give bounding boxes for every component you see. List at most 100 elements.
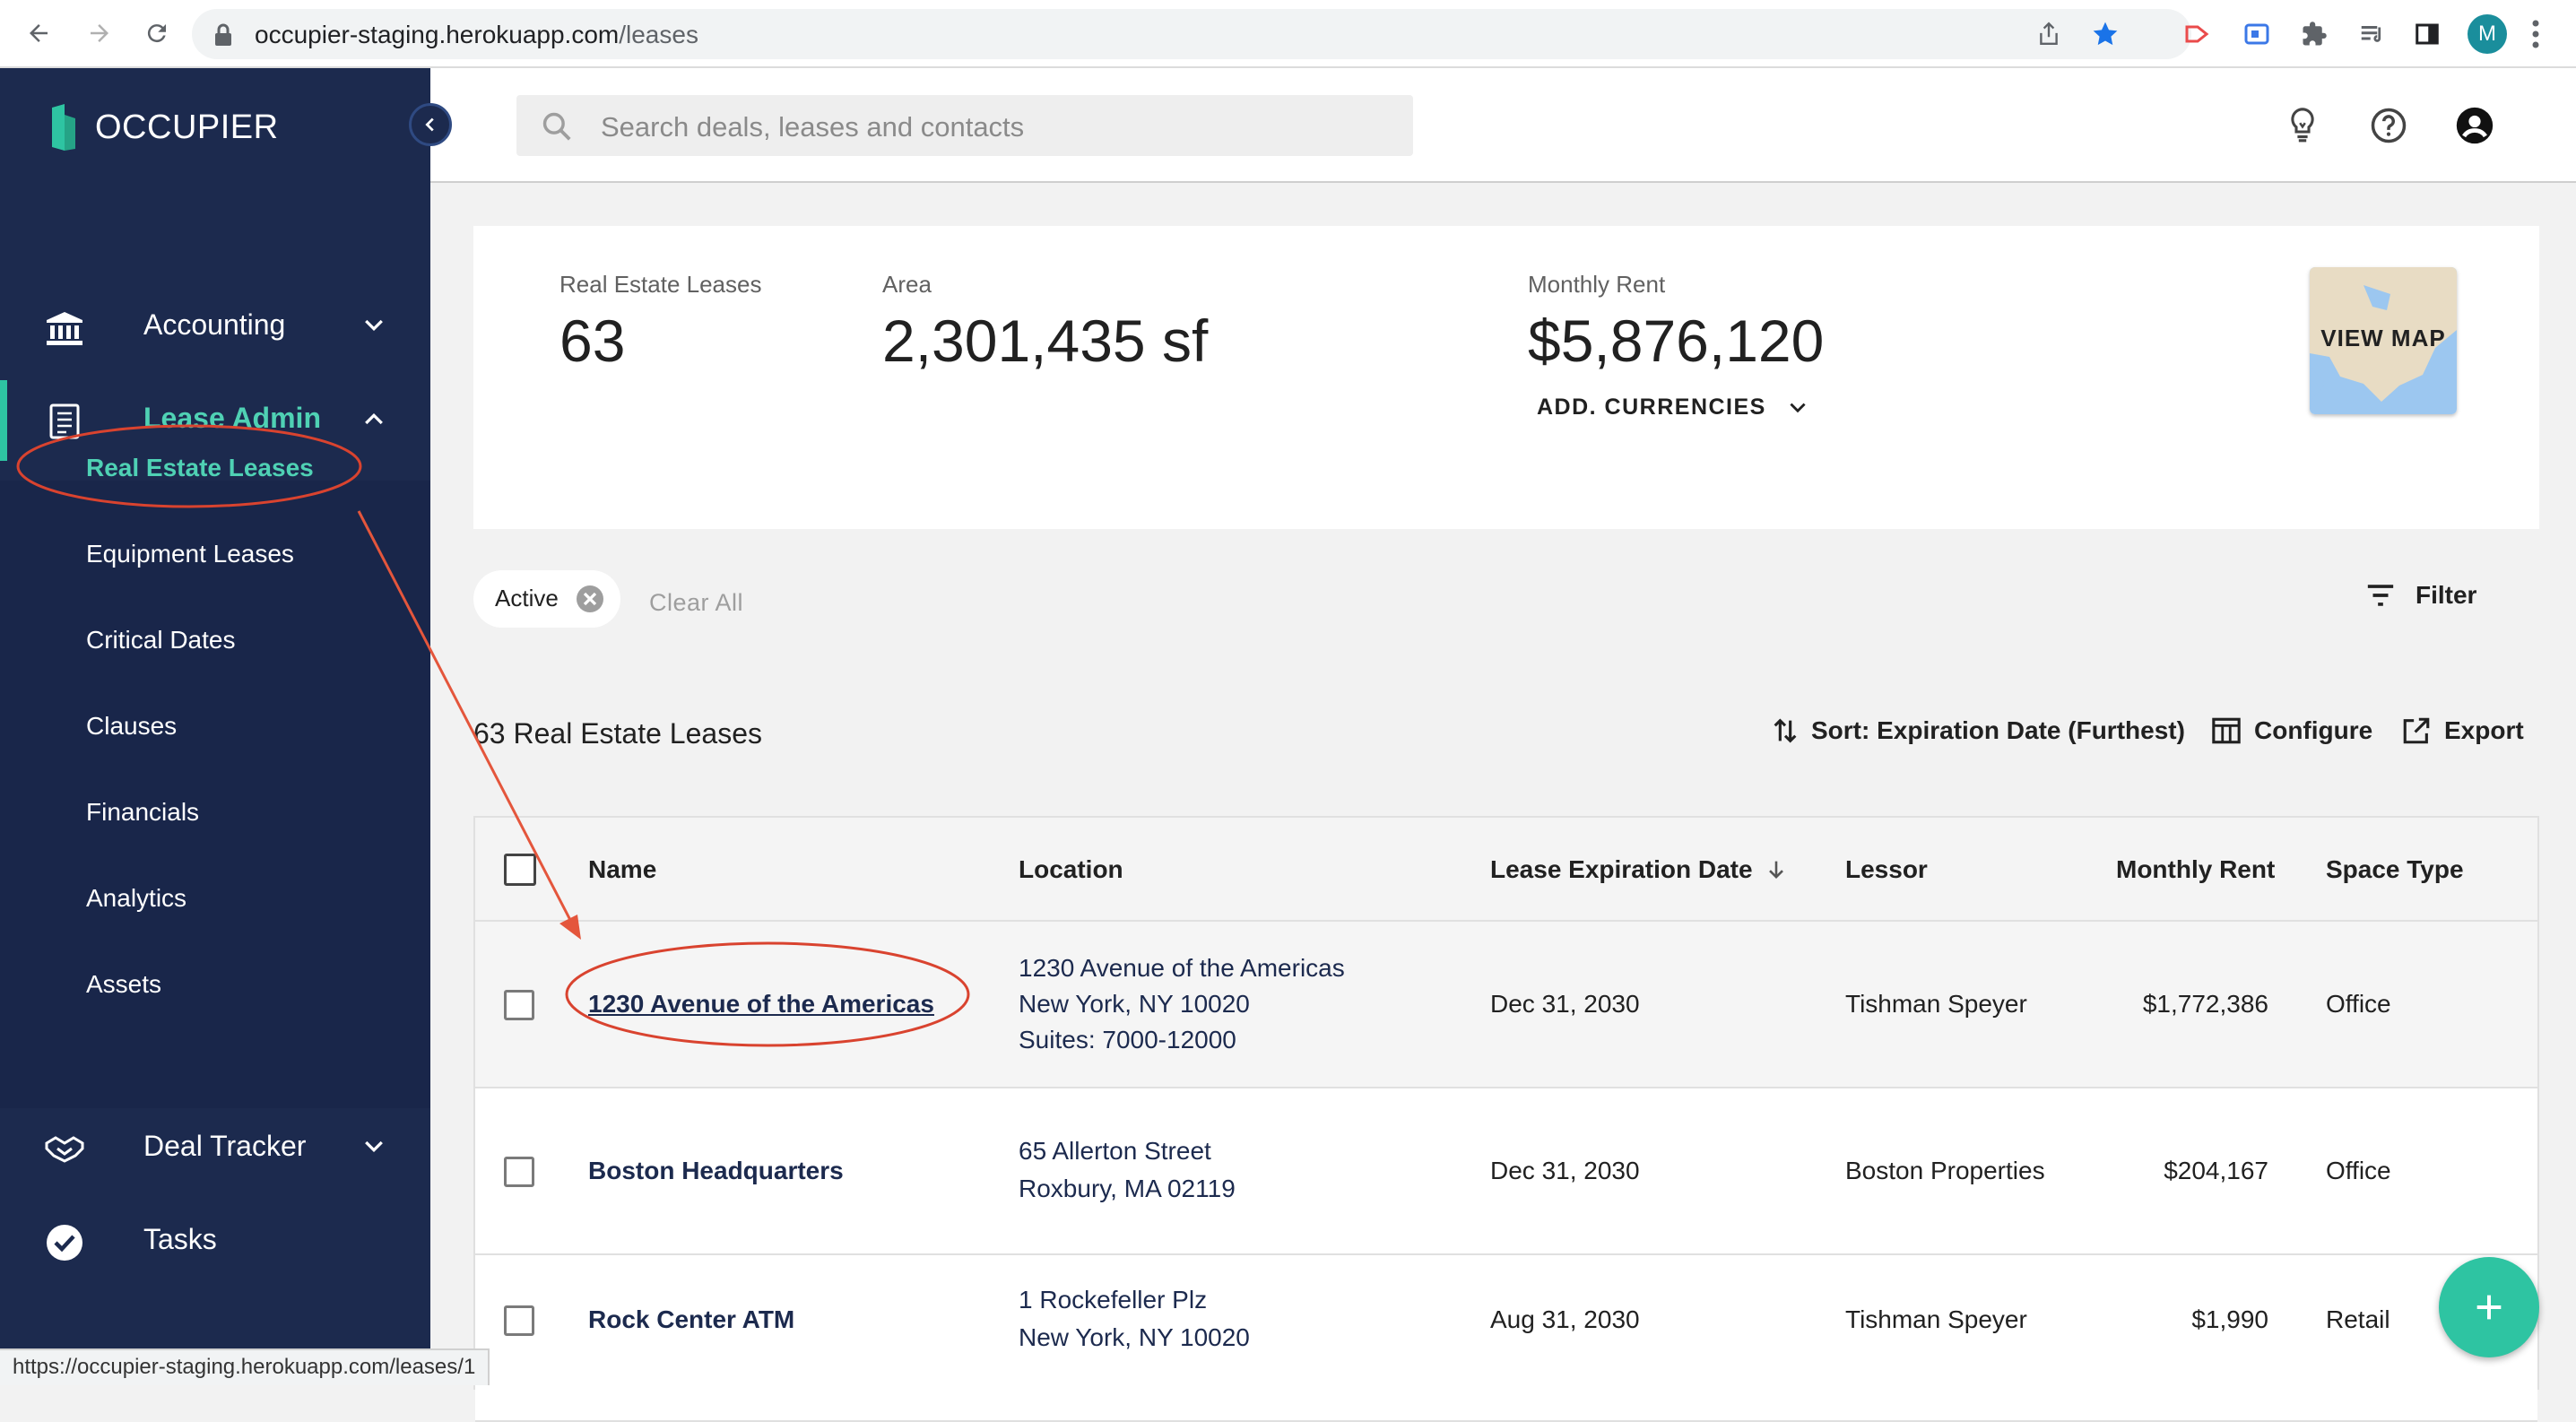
nav-group-label: Tasks (143, 1223, 217, 1255)
export-button[interactable]: Export (2401, 715, 2524, 746)
lease-name-link[interactable]: Rock Center ATM (588, 1302, 794, 1338)
area-label: Area (882, 271, 932, 298)
puzzle-extensions-icon[interactable] (2297, 17, 2331, 51)
space-type: Retail (2326, 1305, 2390, 1333)
sidebar-item-assets[interactable]: Assets (86, 970, 161, 999)
occupier-logo[interactable]: OCCUPIER (50, 104, 279, 151)
row-checkbox[interactable] (504, 1305, 534, 1336)
chevron-up-icon (360, 405, 387, 437)
expiration-date: Dec 31, 2030 (1490, 1157, 1640, 1184)
location-line-1: 1230 Avenue of the Americas (1019, 954, 1345, 982)
expiration-date: Aug 31, 2030 (1490, 1305, 1640, 1333)
remove-filter-icon[interactable] (574, 583, 606, 620)
lock-icon (213, 23, 233, 51)
table-row[interactable]: 1230 Avenue of the Americas 1230 Avenue … (475, 922, 2537, 1088)
add-currencies-label: ADD. CURRENCIES (1537, 395, 1766, 420)
export-label: Export (2444, 716, 2524, 744)
filter-icon (2367, 585, 2394, 606)
filter-chip-active[interactable]: Active (473, 570, 620, 628)
clear-all-button[interactable]: Clear All (649, 589, 743, 617)
help-icon[interactable] (2367, 104, 2410, 147)
lightbulb-icon[interactable] (2281, 104, 2324, 147)
monthly-rent: $204,167 (2164, 1157, 2268, 1184)
lessor: Tishman Speyer (1845, 1305, 2027, 1333)
lessor: Boston Properties (1845, 1157, 2045, 1184)
chevron-down-icon (1790, 403, 1806, 412)
table-header: Name Location Lease Expiration Date Less… (475, 818, 2537, 922)
column-header-name[interactable]: Name (588, 855, 656, 884)
area-value: 2,301,435 sf (882, 308, 1209, 374)
extension-red-icon[interactable] (2181, 17, 2215, 51)
sidebar-item-real-estate-leases[interactable]: Real Estate Leases (86, 454, 314, 482)
profile-avatar[interactable]: M (2468, 14, 2507, 54)
add-currencies-button[interactable]: ADD. CURRENCIES (1537, 395, 1809, 421)
column-header-space-type[interactable]: Space Type (2326, 855, 2464, 884)
monthly-rent-value: $5,876,120 (1528, 308, 1825, 374)
document-icon (43, 400, 86, 443)
nav-group-tasks[interactable]: Tasks (0, 1201, 430, 1282)
monthly-rent: $1,772,386 (2142, 990, 2268, 1018)
reload-icon[interactable] (136, 13, 178, 54)
view-map-label: VIEW MAP (2320, 325, 2446, 351)
lessor: Tishman Speyer (1845, 990, 2027, 1018)
configure-label: Configure (2254, 716, 2373, 744)
lease-name-link[interactable]: 1230 Avenue of the Americas (588, 986, 934, 1022)
browser-status-url: https://occupier-staging.herokuapp.com/l… (0, 1348, 490, 1385)
table-row[interactable]: Rock Center ATM 1 Rockefeller Plz New Yo… (475, 1255, 2537, 1422)
occupier-logo-icon (52, 104, 75, 151)
expiration-header-label: Lease Expiration Date (1490, 855, 1753, 883)
sidebar-item-financials[interactable]: Financials (86, 798, 199, 827)
sort-icon (1774, 718, 1797, 743)
table-row[interactable]: Boston Headquarters 65 Allerton Street R… (475, 1088, 2537, 1255)
extension-blue-icon[interactable] (2240, 17, 2274, 51)
select-all-checkbox[interactable] (504, 854, 536, 886)
location-line-2: New York, NY 10020 (1019, 1323, 1250, 1351)
browser-menu-icon[interactable] (2530, 16, 2541, 56)
sidebar-item-analytics[interactable]: Analytics (86, 884, 186, 913)
share-icon[interactable] (2037, 22, 2060, 51)
global-search-input[interactable]: Search deals, leases and contacts (516, 95, 1413, 156)
chip-label: Active (495, 585, 559, 611)
side-panel-icon[interactable] (2410, 17, 2444, 51)
arrow-down-icon (1768, 861, 1783, 879)
nav-group-accounting[interactable]: Accounting (0, 287, 430, 368)
results-count-title: 63 Real Estate Leases (473, 717, 762, 750)
reading-list-icon[interactable] (2355, 17, 2389, 51)
collapse-sidebar-button[interactable] (409, 103, 452, 146)
column-header-location[interactable]: Location (1019, 855, 1123, 884)
forward-arrow-icon[interactable] (79, 13, 120, 54)
filter-label: Filter (2416, 581, 2477, 609)
sidebar-item-critical-dates[interactable]: Critical Dates (86, 626, 235, 655)
check-circle-icon (43, 1221, 86, 1264)
view-map-button[interactable]: VIEW MAP (2310, 267, 2457, 414)
search-placeholder: Search deals, leases and contacts (601, 111, 1025, 143)
address-bar[interactable]: occupier-staging.herokuapp.com/leases (192, 9, 2191, 59)
location-line-2: New York, NY 10020 (1019, 990, 1250, 1018)
search-icon (540, 109, 574, 148)
location-line-3: Suites: 7000-12000 (1019, 1026, 1236, 1053)
nav-group-deal-tracker[interactable]: Deal Tracker (0, 1108, 430, 1189)
nav-group-lease-admin[interactable]: Lease Admin (0, 380, 430, 461)
leases-count-value: 63 (559, 308, 626, 374)
lease-name-link[interactable]: Boston Headquarters (588, 1153, 844, 1189)
configure-button[interactable]: Configure (2211, 715, 2372, 746)
filter-button[interactable]: Filter (2365, 581, 2476, 610)
row-checkbox[interactable] (504, 1157, 534, 1187)
monthly-rent-label: Monthly Rent (1528, 271, 1666, 298)
sidebar: OCCUPIER Accounting Lease Admin Real Est… (0, 68, 430, 1385)
column-header-lessor[interactable]: Lessor (1845, 855, 1928, 884)
add-lease-fab[interactable] (2439, 1257, 2539, 1357)
account-icon[interactable] (2453, 104, 2496, 147)
bookmark-star-icon[interactable] (2091, 20, 2120, 53)
location-line-1: 1 Rockefeller Plz (1019, 1286, 1208, 1314)
plus-icon (2476, 1295, 2502, 1320)
sort-button[interactable]: Sort: Expiration Date (Furthest) (1772, 715, 2185, 746)
column-header-monthly-rent[interactable]: Monthly Rent (2116, 855, 2275, 884)
space-type: Office (2326, 990, 2391, 1018)
back-arrow-icon[interactable] (18, 13, 59, 54)
sidebar-item-clauses[interactable]: Clauses (86, 712, 177, 741)
row-checkbox[interactable] (504, 990, 534, 1020)
chevron-left-icon (425, 117, 434, 132)
sidebar-item-equipment-leases[interactable]: Equipment Leases (86, 540, 294, 568)
column-header-expiration[interactable]: Lease Expiration Date (1490, 855, 1789, 884)
